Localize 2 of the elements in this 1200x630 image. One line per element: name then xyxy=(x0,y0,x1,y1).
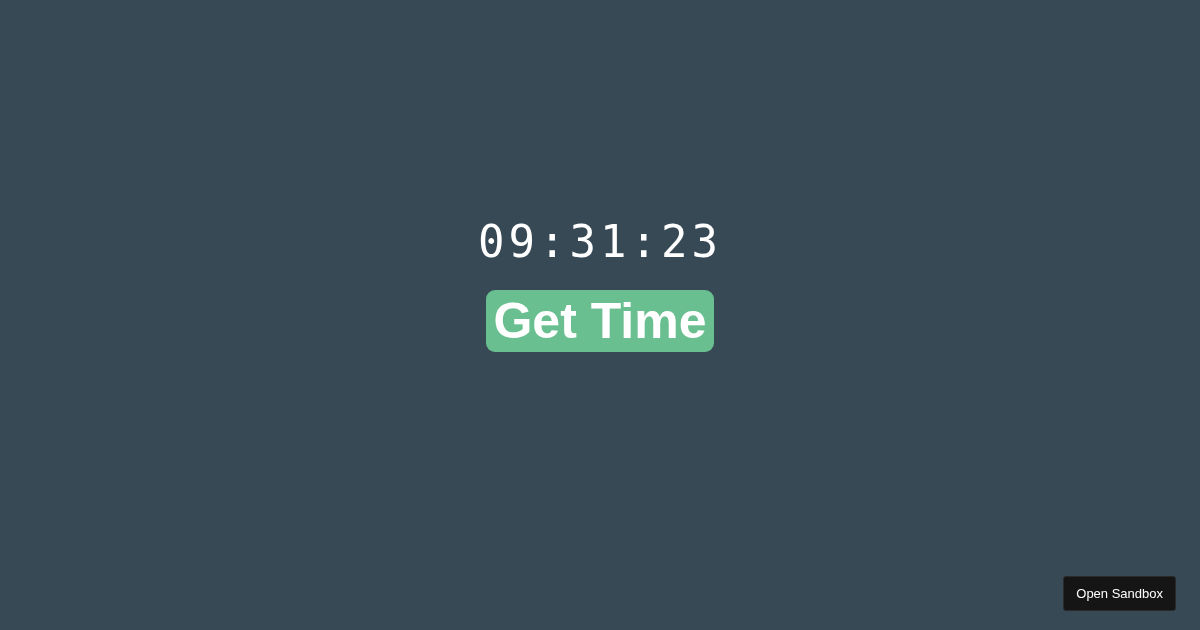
open-sandbox-button[interactable]: Open Sandbox xyxy=(1063,576,1176,611)
clock-time: 09:31:23 xyxy=(478,216,722,268)
